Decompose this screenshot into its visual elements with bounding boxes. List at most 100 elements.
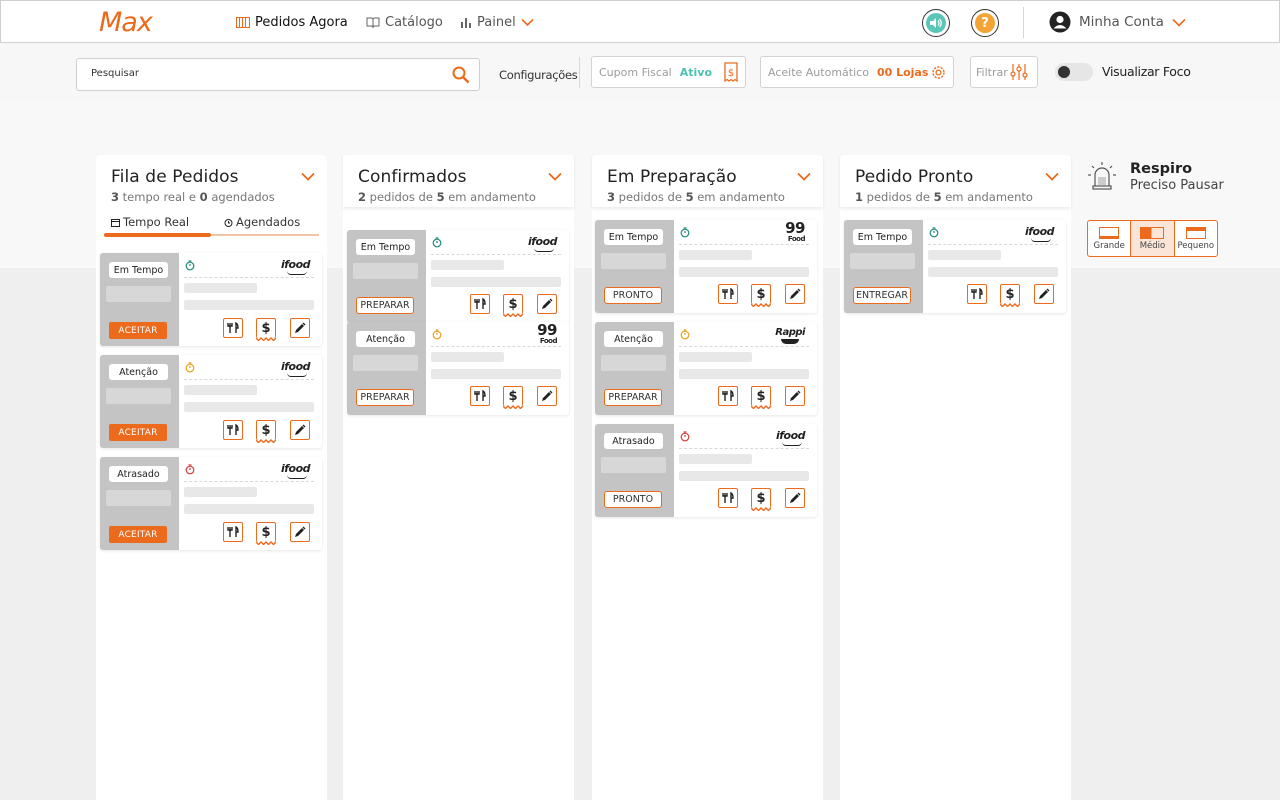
timer-icon	[432, 237, 442, 248]
pencil-icon	[294, 322, 306, 334]
dollar-button[interactable]: $	[502, 386, 523, 409]
card-action-button[interactable]: PRONTO	[604, 491, 662, 508]
order-card[interactable]: Em Tempo PREPARAR ifood $	[347, 230, 569, 323]
card-action-button[interactable]: ACEITAR	[109, 322, 167, 339]
config-link[interactable]: Configurações	[499, 68, 578, 82]
pencil-icon	[1038, 288, 1050, 300]
dollar-button[interactable]: $	[750, 488, 771, 511]
cutlery-button[interactable]	[718, 386, 738, 406]
calendar-icon	[111, 218, 120, 227]
tab-tempo-real[interactable]: Tempo Real	[111, 215, 189, 229]
column-header: Confirmados 2 pedidos de 5 em andamento	[343, 155, 574, 207]
nav-catalogo[interactable]: Catálogo	[366, 15, 443, 30]
zigzag-edge	[999, 303, 1020, 307]
chevron-down-icon[interactable]	[797, 172, 811, 181]
nav-pedidos-agora[interactable]: Pedidos Agora	[236, 15, 348, 30]
platform-logo: ifood	[281, 258, 311, 275]
pencil-button[interactable]	[290, 318, 310, 338]
filter-button[interactable]: Filtrar	[970, 56, 1038, 88]
cutlery-button[interactable]	[967, 284, 987, 304]
column-title: Em Preparação	[607, 167, 737, 187]
dollar-button[interactable]: $	[255, 420, 276, 443]
size-grande[interactable]: Grande	[1088, 221, 1132, 256]
dollar-button[interactable]: $	[255, 522, 276, 545]
account-menu[interactable]: Minha Conta	[1049, 11, 1186, 33]
card-action-button[interactable]: PREPARAR	[604, 389, 662, 406]
cutlery-icon	[722, 492, 734, 504]
cutlery-button[interactable]	[223, 420, 243, 440]
order-card[interactable]: Em Tempo ACEITAR ifood $	[100, 253, 322, 346]
zigzag-edge	[255, 337, 276, 341]
dollar-button[interactable]: $	[750, 386, 771, 409]
foco-toggle[interactable]	[1055, 63, 1093, 81]
cutlery-button[interactable]	[718, 488, 738, 508]
aceite-automatico-box[interactable]: Aceite Automático 00 Lojas	[760, 56, 954, 88]
chevron-down-icon[interactable]	[1045, 172, 1059, 181]
dollar-icon: $	[261, 525, 271, 540]
pencil-button[interactable]	[537, 386, 557, 406]
card-action-button[interactable]: PRONTO	[604, 287, 662, 304]
column-subtitle: 3 tempo real e 0 agendados	[111, 190, 275, 204]
max-logo[interactable]: Max	[99, 7, 153, 38]
timer-icon	[185, 260, 195, 271]
cupom-fiscal-box[interactable]: Cupom Fiscal Ativo $	[591, 56, 746, 88]
nav-divider	[1023, 7, 1024, 38]
chevron-down-icon[interactable]	[301, 172, 315, 181]
dollar-button[interactable]: $	[255, 318, 276, 341]
placeholder-bar	[850, 253, 915, 269]
help-button[interactable]: ?	[971, 9, 999, 37]
cutlery-button[interactable]	[470, 386, 490, 406]
dollar-icon: $	[756, 389, 766, 404]
pencil-button[interactable]	[1034, 284, 1054, 304]
card-action-button[interactable]: ACEITAR	[109, 526, 167, 543]
toolbar: Configurações Cupom Fiscal Ativo $ Aceit…	[0, 43, 1280, 101]
order-card[interactable]: Atenção PREPARAR Rappi $	[595, 322, 817, 415]
order-card[interactable]: Atrasado PRONTO ifood $	[595, 424, 817, 517]
card-action-button[interactable]: ACEITAR	[109, 424, 167, 441]
placeholder-bar	[353, 263, 418, 279]
column-subtitle: 1 pedidos de 5 em andamento	[855, 190, 1033, 204]
pencil-button[interactable]	[537, 294, 557, 314]
pencil-button[interactable]	[785, 386, 805, 406]
dollar-icon: $	[756, 287, 766, 302]
dollar-button[interactable]: $	[750, 284, 771, 307]
card-status-panel: Atenção PREPARAR	[595, 322, 674, 415]
order-card[interactable]: Atenção PREPARAR 99 Food $	[347, 322, 569, 415]
card-action-button[interactable]: PREPARAR	[356, 389, 414, 406]
cutlery-button[interactable]	[470, 294, 490, 314]
cutlery-button[interactable]	[223, 318, 243, 338]
card-action-button[interactable]: PREPARAR	[356, 297, 414, 314]
size-large-icon	[1099, 227, 1120, 239]
size-medio[interactable]: Médio	[1131, 221, 1175, 256]
divider	[679, 346, 809, 347]
nav-painel[interactable]: Painel	[460, 15, 534, 30]
search-input[interactable]	[91, 68, 431, 79]
card-status-panel: Em Tempo ENTREGAR	[844, 220, 923, 313]
pencil-button[interactable]	[785, 488, 805, 508]
card-size-selector: Grande Médio Pequeno	[1087, 220, 1218, 257]
pencil-button[interactable]	[290, 522, 310, 542]
order-card[interactable]: Atenção ACEITAR ifood $	[100, 355, 322, 448]
tab-agendados[interactable]: Agendados	[224, 215, 300, 229]
sound-button[interactable]	[922, 9, 950, 37]
cutlery-icon	[227, 424, 239, 436]
chevron-down-icon[interactable]	[548, 172, 562, 181]
dollar-button[interactable]: $	[502, 294, 523, 317]
order-card[interactable]: Em Tempo ENTREGAR ifood $	[844, 220, 1066, 313]
chevron-down-icon	[1172, 18, 1186, 27]
cutlery-button[interactable]	[223, 522, 243, 542]
pencil-button[interactable]	[290, 420, 310, 440]
order-card[interactable]: Atrasado ACEITAR ifood $	[100, 457, 322, 550]
order-card[interactable]: Em Tempo PRONTO 99 Food $	[595, 220, 817, 313]
pencil-button[interactable]	[785, 284, 805, 304]
dollar-button[interactable]: $	[999, 284, 1020, 307]
book-icon	[366, 17, 380, 28]
column-title: Pedido Pronto	[855, 167, 974, 187]
zigzag-edge	[255, 541, 276, 545]
card-action-button[interactable]: ENTREGAR	[853, 287, 911, 304]
pencil-icon	[789, 390, 801, 402]
size-pequeno[interactable]: Pequeno	[1175, 221, 1217, 256]
cutlery-button[interactable]	[718, 284, 738, 304]
toggle-knob	[1058, 66, 1070, 78]
search-icon[interactable]	[452, 66, 470, 84]
